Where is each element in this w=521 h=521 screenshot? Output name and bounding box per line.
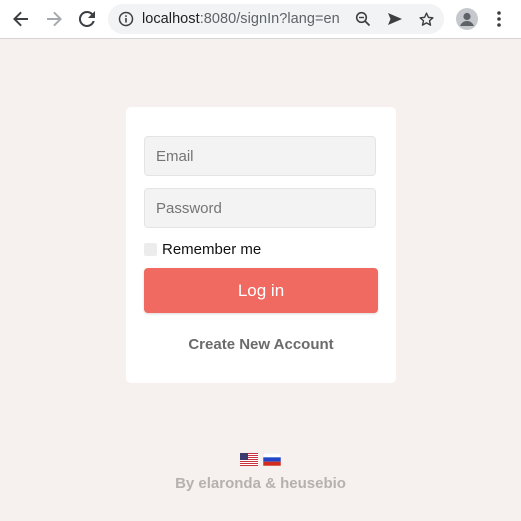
remember-me[interactable]: Remember me	[144, 240, 262, 258]
back-arrow-icon[interactable]	[9, 7, 33, 31]
password-field[interactable]	[144, 188, 376, 228]
info-icon[interactable]	[116, 9, 136, 29]
page-content: Remember me Log in Create New Account By…	[0, 40, 521, 521]
remember-label: Remember me	[162, 240, 262, 258]
url-text[interactable]: localhost:8080/signIn?lang=en	[142, 11, 340, 27]
zoom-icon[interactable]	[353, 9, 373, 29]
profile-icon[interactable]	[456, 8, 478, 30]
remember-checkbox[interactable]	[144, 242, 157, 256]
login-button[interactable]: Log in	[144, 268, 378, 313]
footer-credit: By elaronda & heusebio	[175, 475, 346, 492]
email-field[interactable]	[144, 136, 376, 176]
login-card: Remember me Log in Create New Account	[126, 107, 396, 383]
kebab-menu-icon[interactable]	[487, 7, 511, 31]
url-path: :8080/signIn?lang=en	[199, 11, 340, 27]
address-bar[interactable]: localhost:8080/signIn?lang=en	[108, 4, 444, 34]
url-host: localhost	[142, 11, 200, 27]
us-flag-icon[interactable]	[240, 453, 258, 466]
create-account-link[interactable]: Create New Account	[126, 336, 396, 353]
reload-icon[interactable]	[75, 7, 99, 31]
language-switcher	[240, 453, 281, 467]
star-icon[interactable]	[416, 9, 436, 29]
ru-flag-icon[interactable]	[263, 453, 281, 466]
browser-toolbar: localhost:8080/signIn?lang=en	[0, 0, 521, 39]
send-icon[interactable]	[385, 9, 405, 29]
forward-arrow-icon[interactable]	[42, 7, 66, 31]
